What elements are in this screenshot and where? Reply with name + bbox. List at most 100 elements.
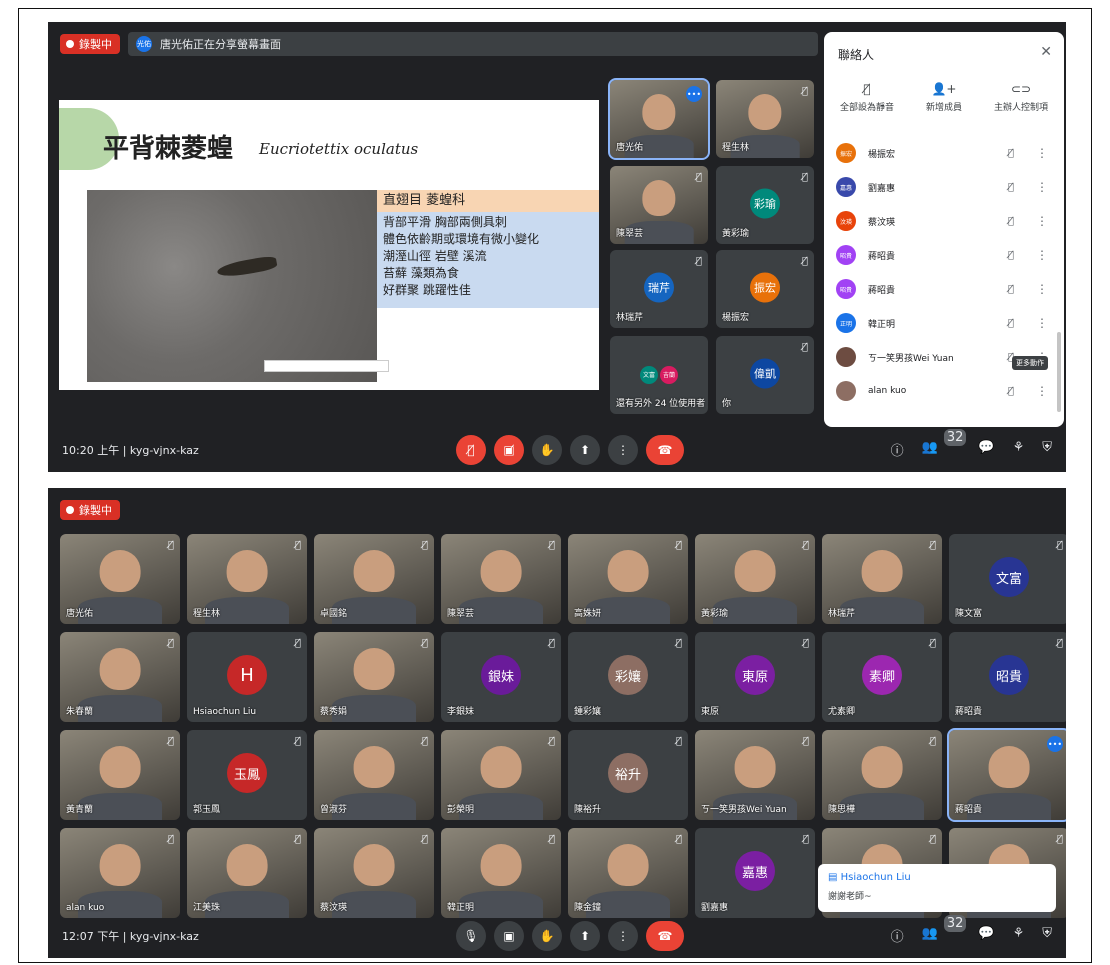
- host-controls-button[interactable]: ⊂⊃ 主辦人控制項: [994, 82, 1048, 113]
- participant-avatar: 瑞芹: [644, 272, 674, 303]
- participant-tile[interactable]: 🎙̸ 黃青蘭: [60, 730, 180, 820]
- people-list-item[interactable]: 嘉惠 劉嘉惠 🎙̸ ⋮: [824, 170, 1064, 204]
- more-options-button[interactable]: ⋮: [608, 435, 638, 465]
- people-list-item[interactable]: alan kuo 🎙̸ ⋮: [824, 374, 1064, 408]
- mic-off-icon[interactable]: 🎙̸: [1008, 182, 1014, 193]
- share-notification-bar[interactable]: [264, 360, 389, 372]
- participant-tile[interactable]: 🎙̸ 陳翠芸: [441, 534, 561, 624]
- participant-tile[interactable]: 🎙̸ 卓國銘: [314, 534, 434, 624]
- info-icon[interactable]: ⓘ: [891, 440, 904, 459]
- participant-tile[interactable]: 🎙̸ 程生林: [187, 534, 307, 624]
- mic-off-icon: 🎙̸: [802, 736, 809, 747]
- leave-call-button[interactable]: ☎: [646, 435, 684, 465]
- people-list-item[interactable]: 昭貴 蔣昭貴 🎙̸ ⋮: [824, 238, 1064, 272]
- more-options-icon[interactable]: •••: [686, 86, 702, 102]
- self-tile[interactable]: 偉凱 🎙̸ 你: [716, 336, 814, 414]
- raise-hand-button[interactable]: ✋: [532, 921, 562, 951]
- participant-tile[interactable]: 🎙̸ 江美珠: [187, 828, 307, 918]
- mic-off-icon[interactable]: 🎙̸: [1008, 216, 1014, 227]
- participant-tile[interactable]: 🎙̸ 彭榮明: [441, 730, 561, 820]
- people-list-item[interactable]: 振宏 楊振宏 🎙̸ ⋮: [824, 136, 1064, 170]
- people-scrollbar[interactable]: [1057, 332, 1061, 412]
- people-list-item[interactable]: 正明 韓正明 🎙̸ ⋮: [824, 306, 1064, 340]
- participant-tile[interactable]: 瑞芹 🎙̸ 林瑞芹: [610, 250, 708, 328]
- participant-tile[interactable]: 🎙̸ 蔡秀娟: [314, 632, 434, 722]
- people-icon[interactable]: 👥32: [922, 915, 967, 945]
- people-list-item[interactable]: 汶瑛 蔡汶瑛 🎙̸ ⋮: [824, 204, 1064, 238]
- present-button[interactable]: ⬆: [570, 435, 600, 465]
- more-vert-icon[interactable]: ⋮: [1036, 214, 1048, 228]
- more-vert-icon[interactable]: ⋮: [1036, 248, 1048, 262]
- mic-toggle-button[interactable]: 🎙̸: [456, 435, 486, 465]
- more-options-button[interactable]: ⋮: [608, 921, 638, 951]
- add-people-button[interactable]: 👤+ 新增成員: [926, 82, 962, 113]
- more-options-icon[interactable]: •••: [1047, 736, 1063, 752]
- participant-tile[interactable]: 素卿 🎙̸ 尤素卿: [822, 632, 942, 722]
- action-label: 新增成員: [925, 103, 962, 113]
- participant-tile[interactable]: 嘉惠 🎙̸ 劉嘉惠: [695, 828, 815, 918]
- more-vert-icon[interactable]: ⋮: [1036, 180, 1048, 194]
- overflow-avatar: 文富: [640, 365, 658, 384]
- people-icon[interactable]: 👥32: [922, 429, 967, 459]
- participant-tile[interactable]: 🎙̸ alan kuo: [60, 828, 180, 918]
- close-icon[interactable]: ✕: [1040, 44, 1052, 60]
- participant-tile[interactable]: 🎙̸ 韓正明: [441, 828, 561, 918]
- participant-tile[interactable]: 🎙̸ 黃彩瑜: [695, 534, 815, 624]
- participant-name: 蔣昭貴: [955, 805, 983, 815]
- people-panel: 聯絡人 ✕ 🎙̸ 全部設為靜音 👤+ 新增成員 ⊂⊃ 主辦人控制項 振宏 楊振宏 🎙̸ ⋮ …: [824, 32, 1064, 427]
- person-head: [861, 746, 903, 788]
- mic-toggle-button[interactable]: 🎙: [456, 921, 486, 951]
- activities-icon[interactable]: ⚘: [1013, 926, 1025, 945]
- present-button[interactable]: ⬆: [570, 921, 600, 951]
- participant-tile[interactable]: 🎙̸ 曾淑芬: [314, 730, 434, 820]
- mic-off-icon[interactable]: 🎙̸: [1008, 148, 1014, 159]
- more-vert-icon[interactable]: ⋮: [1036, 384, 1048, 398]
- participant-tile[interactable]: 🎙̸ 蔡汶瑛: [314, 828, 434, 918]
- overflow-tile[interactable]: 文富 吉蘭 還有另外 24 位使用者: [610, 336, 708, 414]
- participant-tile[interactable]: 銀妹 🎙̸ 李銀妹: [441, 632, 561, 722]
- activities-icon[interactable]: ⚘: [1013, 440, 1025, 459]
- participant-tile[interactable]: 昭貴 🎙̸ 蔣昭貴: [949, 632, 1066, 722]
- camera-toggle-button[interactable]: ▣: [494, 921, 524, 951]
- participant-tile[interactable]: 🎙̸ 程生林: [716, 80, 814, 158]
- participant-tile[interactable]: 玉鳳 🎙̸ 郭玉鳳: [187, 730, 307, 820]
- more-vert-icon[interactable]: ⋮: [1036, 316, 1048, 330]
- participant-tile[interactable]: ••• 唐光佑: [608, 78, 710, 160]
- participant-tile[interactable]: 🎙̸ 林瑞芹: [822, 534, 942, 624]
- participant-tile[interactable]: 振宏 🎙̸ 楊振宏: [716, 250, 814, 328]
- chat-icon[interactable]: 💬: [978, 440, 994, 459]
- host-shield-icon[interactable]: ⛨: [1042, 926, 1052, 945]
- mic-off-icon[interactable]: 🎙̸: [1008, 250, 1014, 261]
- person-head: [642, 180, 676, 216]
- leave-call-button[interactable]: ☎: [646, 921, 684, 951]
- participant-tile[interactable]: 裕升 🎙̸ 陳裕升: [568, 730, 688, 820]
- host-shield-icon[interactable]: ⛨: [1042, 440, 1052, 459]
- camera-toggle-button[interactable]: ▣̸: [494, 435, 524, 465]
- chat-icon[interactable]: 💬: [978, 926, 994, 945]
- participant-tile[interactable]: 🎙̸ 高姝妍: [568, 534, 688, 624]
- info-icon[interactable]: ⓘ: [891, 926, 904, 945]
- participant-tile[interactable]: ••• 蔣昭貴: [947, 728, 1066, 822]
- chat-notification[interactable]: ▤ Hsiaochun Liu 謝謝老師~: [818, 864, 1056, 912]
- participant-tile[interactable]: 文富 🎙̸ 陳文富: [949, 534, 1066, 624]
- participant-tile[interactable]: H 🎙̸ Hsiaochun Liu: [187, 632, 307, 722]
- participant-tile[interactable]: 🎙̸ 陳金鐘: [568, 828, 688, 918]
- participant-tile[interactable]: 彩瑜 🎙̸ 黃彩瑜: [716, 166, 814, 244]
- mic-off-icon[interactable]: 🎙̸: [1008, 284, 1014, 295]
- people-list-item[interactable]: 昭貴 蔣昭貴 🎙̸ ⋮: [824, 272, 1064, 306]
- mute-all-button[interactable]: 🎙̸ 全部設為靜音: [840, 82, 894, 113]
- mic-off-icon[interactable]: 🎙̸: [1008, 386, 1014, 397]
- participant-tile[interactable]: 🎙̸ 陳翠芸: [610, 166, 708, 244]
- participant-tile[interactable]: 東原 🎙̸ 東原: [695, 632, 815, 722]
- participant-tile[interactable]: 🎙̸ ㄎ一笑男孩Wei Yuan: [695, 730, 815, 820]
- participant-tile[interactable]: 🎙̸ 朱春蘭: [60, 632, 180, 722]
- more-vert-icon[interactable]: ⋮: [1036, 282, 1048, 296]
- participant-tile[interactable]: 彩孃 🎙̸ 鍾彩孃: [568, 632, 688, 722]
- participant-name: 林瑞芹: [828, 609, 856, 619]
- more-vert-icon[interactable]: ⋮: [1036, 146, 1048, 160]
- person-name: 韓正明: [868, 319, 896, 330]
- participant-tile[interactable]: 🎙̸ 陳思樺: [822, 730, 942, 820]
- raise-hand-button[interactable]: ✋: [532, 435, 562, 465]
- mic-off-icon[interactable]: 🎙̸: [1008, 318, 1014, 329]
- participant-tile[interactable]: 🎙̸ 唐光佑: [60, 534, 180, 624]
